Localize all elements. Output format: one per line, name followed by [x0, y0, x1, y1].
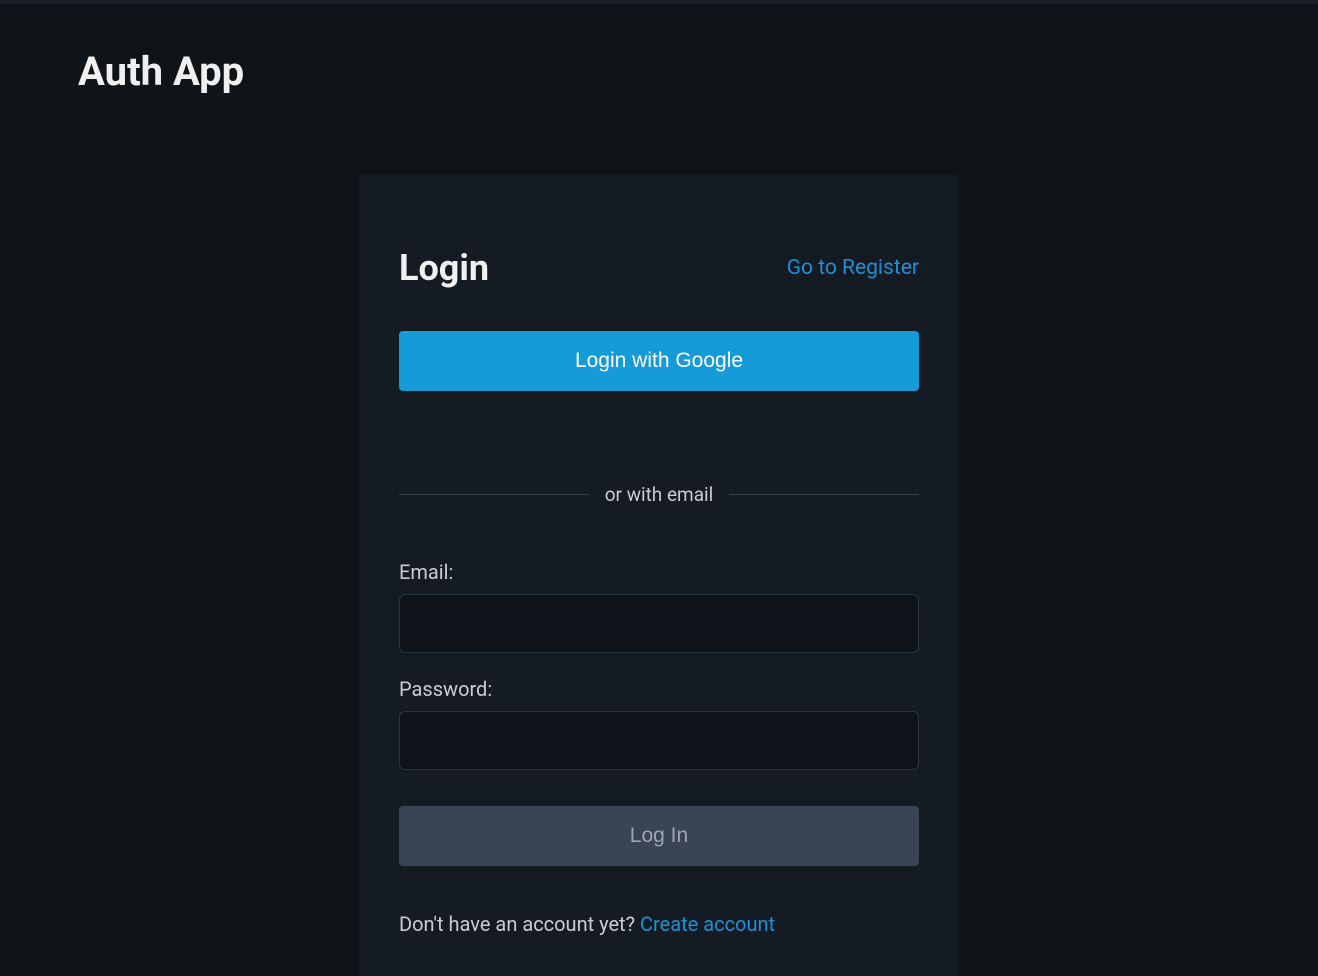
divider: or with email — [399, 483, 919, 506]
divider-line-right — [729, 494, 919, 495]
footer-row: Don't have an account yet? Create accoun… — [399, 912, 919, 936]
app-header: Auth App — [0, 4, 1318, 95]
login-button[interactable]: Log In — [399, 806, 919, 866]
email-input[interactable] — [399, 594, 919, 653]
card-header: Login Go to Register — [399, 247, 919, 289]
divider-line-left — [399, 494, 589, 495]
app-title: Auth App — [78, 48, 1318, 95]
password-label: Password: — [399, 677, 919, 701]
email-group: Email: — [399, 560, 919, 653]
create-account-link[interactable]: Create account — [640, 912, 775, 936]
go-to-register-link[interactable]: Go to Register — [787, 256, 919, 280]
password-group: Password: — [399, 677, 919, 770]
email-label: Email: — [399, 560, 919, 584]
login-card: Login Go to Register Login with Google o… — [359, 175, 959, 976]
login-with-google-button[interactable]: Login with Google — [399, 331, 919, 391]
card-title: Login — [399, 247, 489, 289]
password-input[interactable] — [399, 711, 919, 770]
divider-text: or with email — [589, 483, 730, 506]
footer-prompt: Don't have an account yet? — [399, 912, 640, 936]
